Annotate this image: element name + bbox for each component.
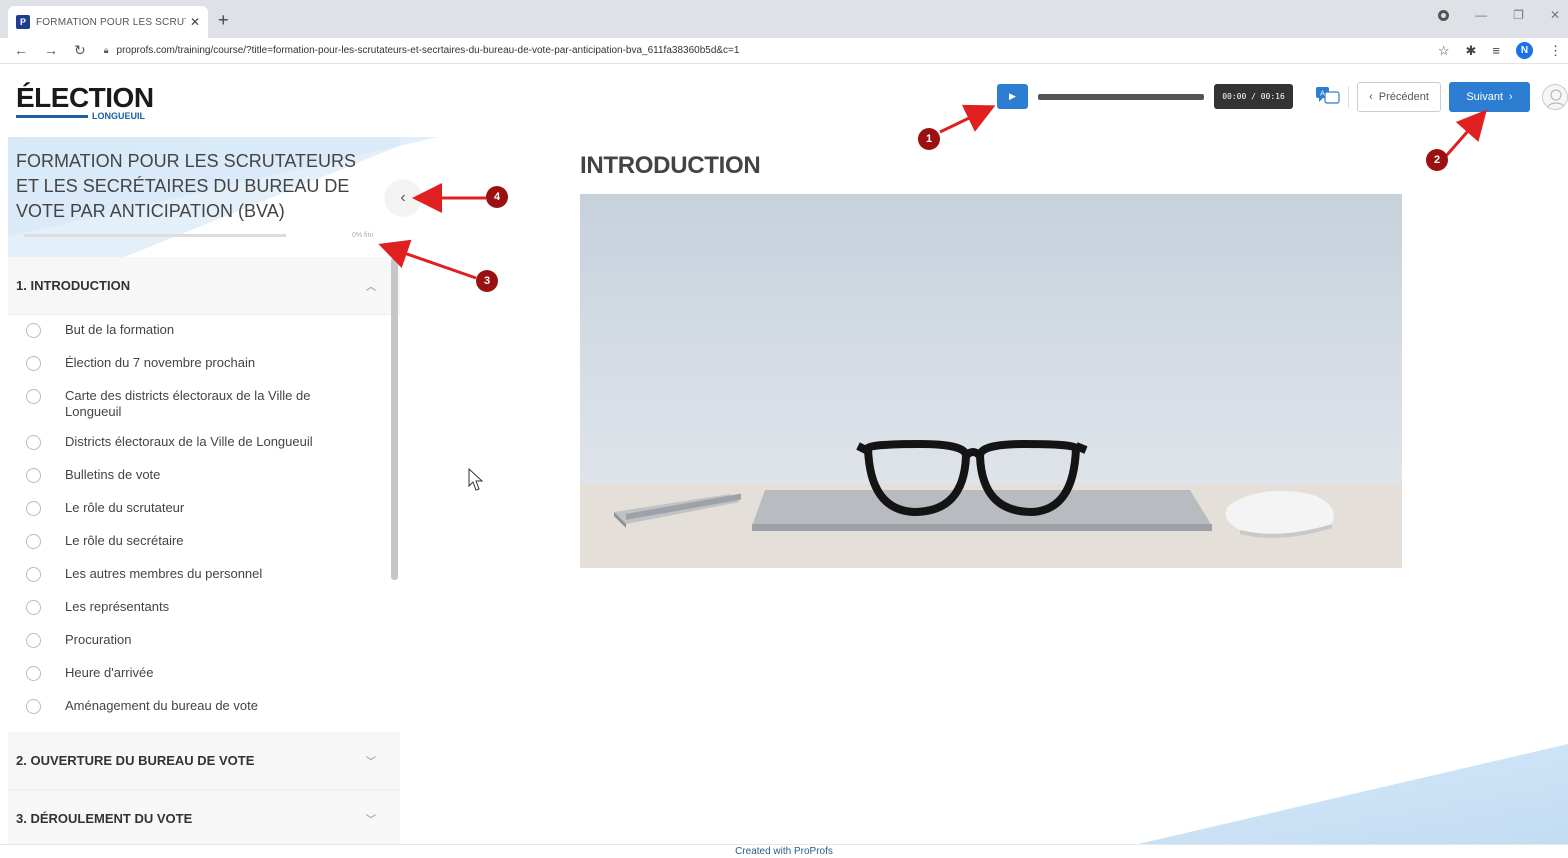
annotation-arrows xyxy=(378,104,1487,280)
annotation-arrow-2 xyxy=(1444,109,1487,157)
annotation-marker-1: 1 xyxy=(918,128,940,150)
annotation-arrow-1 xyxy=(939,104,996,134)
annotation-arrow-3 xyxy=(378,239,477,280)
annotation-marker-3: 3 xyxy=(476,270,498,292)
annotation-marker-4: 4 xyxy=(486,186,508,208)
annotation-marker-2: 2 xyxy=(1426,149,1448,171)
